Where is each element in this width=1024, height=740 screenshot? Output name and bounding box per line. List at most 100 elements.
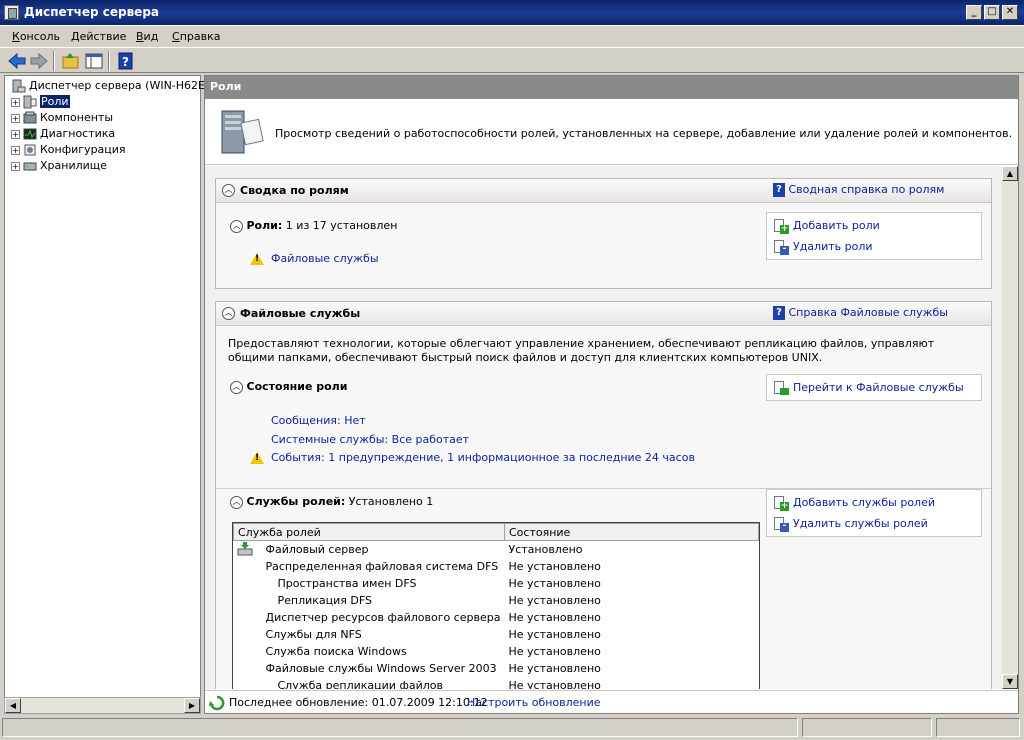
- status-panel-2: [802, 718, 932, 737]
- role-service-name: Распределенная файловая система DFS: [233, 557, 505, 575]
- menu-view[interactable]: Вид: [136, 30, 158, 43]
- roles-summary-help-link[interactable]: ? Сводная справка по ролям: [773, 183, 944, 197]
- menu-bar: Консоль Действие Вид Справка: [0, 27, 1024, 47]
- table-row[interactable]: Репликация DFS Не установлено: [233, 591, 759, 609]
- file-services-description: Предоставляют технологии, которые облегч…: [228, 337, 935, 364]
- role-services-subheader: ︿ Службы ролей: Установлено 1: [230, 495, 433, 509]
- menu-action[interactable]: Действие: [71, 30, 126, 43]
- expand-icon[interactable]: +: [11, 97, 20, 107]
- table-row[interactable]: Служба поиска Windows Не установлено: [233, 642, 759, 660]
- column-header-role-service[interactable]: Служба ролей: [233, 523, 505, 541]
- table-row[interactable]: Пространства имен DFS Не установлено: [233, 574, 759, 592]
- role-service-state: Не установлено: [504, 608, 759, 626]
- features-icon: [23, 111, 37, 125]
- table-row[interactable]: Служба репликации файлов Не установлено: [233, 676, 759, 689]
- remove-role-services-link[interactable]: - Удалить службы ролей: [773, 517, 928, 532]
- collapse-icon[interactable]: ︿: [230, 495, 243, 509]
- tree-item-label: Роли: [40, 95, 70, 108]
- tree-item-roles[interactable]: + Роли: [11, 94, 70, 110]
- tree-horizontal-scrollbar[interactable]: ◀ ▶: [4, 697, 201, 714]
- system-services-link[interactable]: Системные службы: Все работает: [271, 433, 469, 446]
- tree-root-label: Диспетчер сервера (WIN-H62EZ2: [29, 79, 220, 92]
- remove-roles-link[interactable]: - Удалить роли: [773, 240, 873, 255]
- menu-help[interactable]: Справка: [172, 30, 220, 43]
- add-role-services-link[interactable]: + Добавить службы ролей: [773, 496, 935, 511]
- configure-refresh-link[interactable]: Настроить обновление: [467, 696, 601, 709]
- tree-item-configuration[interactable]: + Конфигурация: [11, 142, 126, 158]
- collapse-icon[interactable]: ︿: [222, 184, 235, 197]
- tree-item-storage[interactable]: + Хранилище: [11, 158, 107, 174]
- details-vertical-scrollbar[interactable]: ▲ ▼: [1002, 166, 1018, 689]
- help-icon: ?: [773, 183, 785, 197]
- column-header-state[interactable]: Состояние: [504, 523, 759, 541]
- roles-summary-header: ︿ Сводка по ролям ? Сводная справка по р…: [216, 179, 991, 203]
- goto-file-services-link[interactable]: Перейти к Файловые службы: [773, 381, 964, 395]
- refresh-status-bar: Последнее обновление: 01.07.2009 12:10:1…: [205, 690, 1018, 713]
- messages-link[interactable]: Сообщения: Нет: [271, 414, 366, 427]
- role-services-count: Установлено 1: [348, 495, 434, 508]
- role-service-name: Файловые службы Windows Server 2003: [233, 659, 505, 677]
- forward-arrow-icon[interactable]: [29, 51, 49, 71]
- installed-icon: [237, 542, 253, 557]
- expand-icon[interactable]: +: [11, 113, 20, 123]
- roles-summary-title: Сводка по ролям: [240, 184, 349, 197]
- table-row[interactable]: Службы для NFS Не установлено: [233, 625, 759, 643]
- details-pane: Роли Просмотр сведений о работоспособнос…: [204, 75, 1019, 714]
- table-row[interactable]: Диспетчер ресурсов файлового сервера Не у…: [233, 608, 759, 626]
- expand-icon[interactable]: +: [11, 145, 20, 155]
- role-status-actions: Перейти к Файловые службы: [766, 374, 982, 401]
- minimize-button[interactable]: _: [966, 5, 982, 20]
- title-bar[interactable]: Диспетчер сервера _ □ ✕: [0, 0, 1024, 26]
- tree-item-label: Конфигурация: [40, 143, 126, 156]
- scroll-down-icon[interactable]: ▼: [1002, 674, 1018, 689]
- role-status-subheader: ︿ Состояние роли: [230, 380, 347, 394]
- configuration-icon: [23, 143, 37, 157]
- table-row[interactable]: Файловый сервер Установлено: [233, 540, 759, 558]
- status-panel-main: [2, 718, 798, 737]
- menu-console[interactable]: Консоль: [12, 30, 60, 43]
- role-service-state: Не установлено: [504, 574, 759, 592]
- close-button[interactable]: ✕: [1002, 5, 1018, 20]
- role-item-file-services[interactable]: Файловые службы: [250, 252, 379, 265]
- tree-root[interactable]: Диспетчер сервера (WIN-H62EZ2: [9, 78, 220, 94]
- status-bar: [0, 716, 1024, 740]
- console-tree: Диспетчер сервера (WIN-H62EZ2 + Роли + Ком…: [4, 75, 220, 698]
- diagnostics-icon: [23, 127, 37, 141]
- tree-item-features[interactable]: + Компоненты: [11, 110, 113, 126]
- table-row[interactable]: Распределенная файловая система DFS Не ус…: [233, 557, 759, 575]
- tree-item-label: Диагностика: [40, 127, 116, 140]
- collapse-icon[interactable]: ︿: [230, 380, 243, 394]
- pane-title: Роли: [210, 80, 242, 93]
- add-roles-link[interactable]: + Добавить роли: [773, 219, 880, 234]
- scroll-up-icon[interactable]: ▲: [1002, 166, 1018, 181]
- tree-item-diagnostics[interactable]: + Диагностика: [11, 126, 115, 142]
- scroll-left-icon[interactable]: ◀: [5, 698, 21, 713]
- status-panel-3: [936, 718, 1020, 737]
- roles-scroll-area: ︿ Сводка по ролям ? Сводная справка по р…: [205, 166, 1002, 689]
- expand-icon[interactable]: +: [11, 161, 20, 171]
- up-folder-icon[interactable]: [61, 51, 81, 71]
- back-arrow-icon[interactable]: [7, 51, 27, 71]
- table-row[interactable]: Файловые службы Windows Server 2003 Не ус…: [233, 659, 759, 677]
- collapse-icon[interactable]: ︿: [222, 307, 235, 320]
- role-service-state: Установлено: [504, 540, 759, 558]
- role-service-state: Не установлено: [504, 591, 759, 609]
- server-icon: [12, 79, 26, 93]
- file-services-help-link[interactable]: ? Справка Файловые службы: [773, 306, 948, 320]
- help-icon[interactable]: ?: [116, 51, 136, 71]
- scroll-right-icon[interactable]: ▶: [184, 698, 200, 713]
- role-service-name: Пространства имен DFS: [233, 574, 505, 592]
- show-hide-tree-icon[interactable]: [84, 51, 104, 71]
- maximize-button[interactable]: □: [984, 5, 1000, 20]
- server-manager-icon: [4, 5, 19, 20]
- expand-icon[interactable]: +: [11, 129, 20, 139]
- events-link[interactable]: События: 1 предупреждение, 1 информацион…: [250, 451, 695, 464]
- tree-item-label: Компоненты: [40, 111, 114, 124]
- role-service-name: Файловый сервер: [233, 540, 505, 558]
- file-services-header: ︿ Файловые службы ? Справка Файловые слу…: [216, 302, 991, 326]
- collapse-icon[interactable]: ︿: [230, 219, 243, 233]
- goto-icon: [773, 381, 789, 395]
- refresh-icon[interactable]: [209, 695, 225, 714]
- role-service-name: Репликация DFS: [233, 591, 505, 609]
- file-services-section: ︿ Файловые службы ? Справка Файловые слу…: [215, 301, 992, 689]
